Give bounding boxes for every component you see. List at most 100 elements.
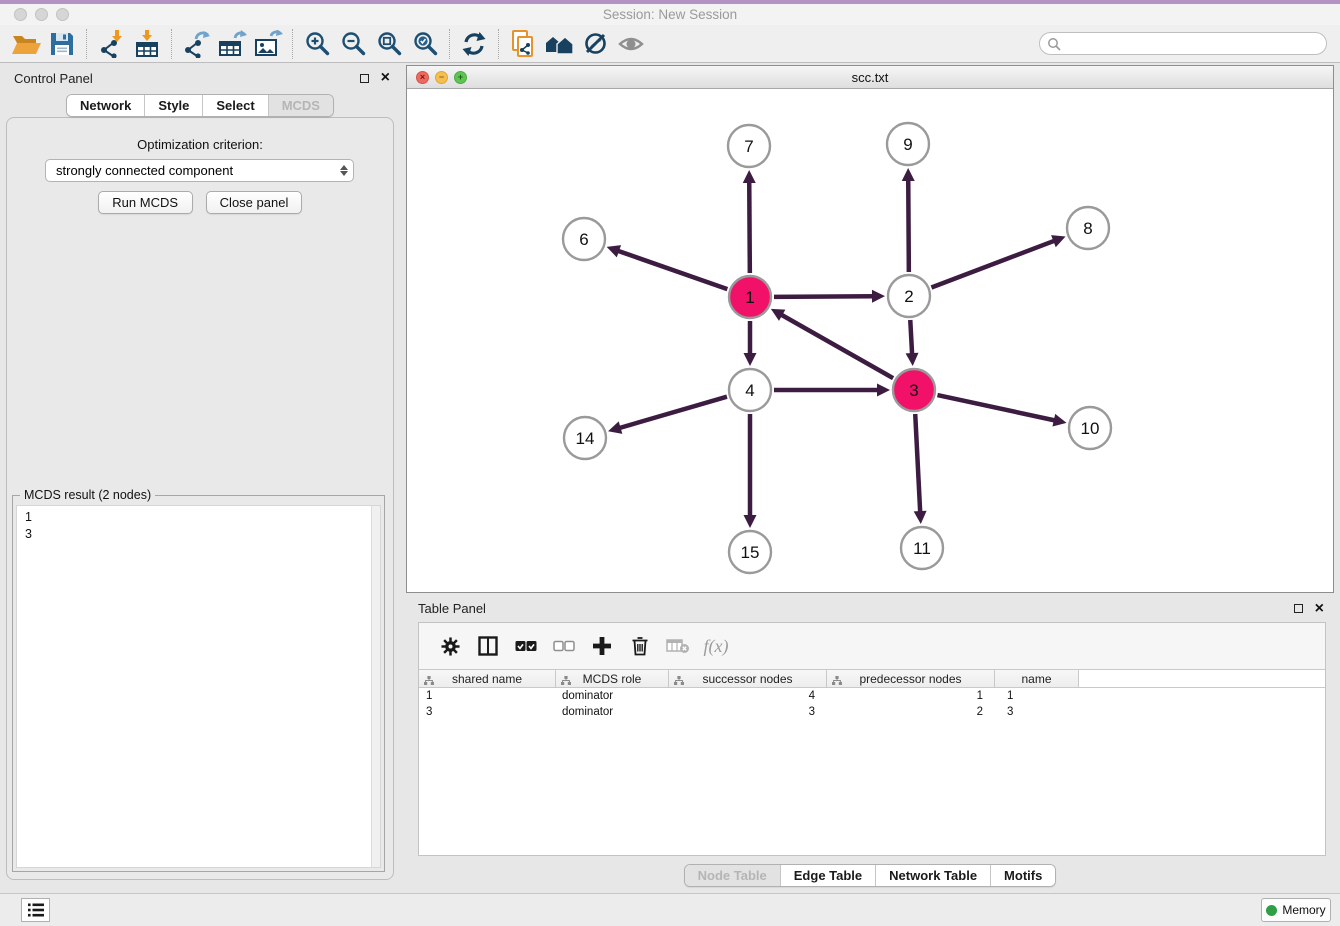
deselect-all-button[interactable]: [545, 629, 583, 663]
table-body: 1dominator4113dominator323: [419, 688, 1325, 720]
tab-network[interactable]: Network: [67, 95, 145, 116]
column-header-successor-nodes[interactable]: successor nodes: [669, 670, 827, 687]
graph-edge-2-9[interactable]: [902, 168, 915, 272]
control-panel-header: Control Panel ×: [0, 63, 400, 93]
save-session-button[interactable]: [44, 28, 80, 60]
graph-edge-4-3[interactable]: [774, 384, 890, 397]
select-all-button[interactable]: [507, 629, 545, 663]
close-panel-icon[interactable]: ×: [381, 73, 390, 83]
tab-edge-table[interactable]: Edge Table: [781, 865, 876, 886]
graph-edge-3-1[interactable]: [771, 309, 893, 378]
graph-edge-3-10[interactable]: [937, 395, 1066, 426]
export-image-button[interactable]: [250, 28, 286, 60]
zoom-fit-button[interactable]: [371, 28, 407, 60]
graph-node-9[interactable]: 9: [887, 123, 929, 165]
tab-mcds[interactable]: MCDS: [269, 95, 333, 116]
graph-node-15[interactable]: 15: [729, 531, 771, 573]
edge-arrowhead: [914, 511, 927, 524]
column-header-shared-name[interactable]: shared name: [419, 670, 556, 687]
open-file-button[interactable]: [8, 28, 44, 60]
graph-edge-1-4[interactable]: [744, 321, 757, 366]
import-table-button[interactable]: [129, 28, 165, 60]
zoom-selected-button[interactable]: [407, 28, 443, 60]
column-header-name[interactable]: name: [995, 670, 1079, 687]
graph-edge-2-3[interactable]: [906, 320, 919, 366]
memory-button[interactable]: Memory: [1261, 898, 1331, 922]
table-row[interactable]: 1dominator411: [419, 688, 1325, 704]
graph-edge-1-6[interactable]: [607, 245, 728, 289]
graph-node-14[interactable]: 14: [564, 417, 606, 459]
zoom-out-button[interactable]: [335, 28, 371, 60]
network-window-titlebar[interactable]: × − + scc.txt: [407, 66, 1333, 89]
search-field[interactable]: [1039, 32, 1327, 55]
graph-node-7[interactable]: 7: [728, 125, 770, 167]
tab-select[interactable]: Select: [203, 95, 268, 116]
table-cell: dominator: [556, 706, 669, 718]
home-view-button[interactable]: [541, 28, 577, 60]
export-network-button[interactable]: [178, 28, 214, 60]
close-panel-button[interactable]: Close panel: [206, 191, 303, 214]
delete-row-button[interactable]: [621, 629, 659, 663]
import-network-icon: [97, 30, 125, 58]
delete-table-icon: [666, 638, 690, 654]
graph-edge-2-8[interactable]: [931, 235, 1065, 287]
graph-edge-1-7[interactable]: [743, 170, 756, 273]
table-settings-button[interactable]: [431, 629, 469, 663]
node-label: 7: [744, 137, 753, 156]
graph-node-6[interactable]: 6: [563, 218, 605, 260]
hide-details-icon: [582, 30, 609, 57]
list-icon: [28, 903, 44, 917]
network-graph[interactable]: 7 9 6 8 1 2 4 3 14 10 15 11: [407, 89, 1333, 592]
task-history-button[interactable]: [21, 898, 50, 922]
import-network-button[interactable]: [93, 28, 129, 60]
add-row-button[interactable]: [583, 629, 621, 663]
tab-style[interactable]: Style: [145, 95, 203, 116]
graph-edge-3-11[interactable]: [914, 414, 927, 524]
control-panel: Control Panel × Network Style Select MCD…: [0, 63, 400, 893]
search-input[interactable]: [1061, 34, 1326, 53]
toolbar-separator: [498, 29, 499, 59]
graph-node-10[interactable]: 10: [1069, 407, 1111, 449]
network-view-window: × − + scc.txt 7 9 6 8 1 2 4 3 14 10 15 11: [406, 65, 1334, 593]
tab-node-table[interactable]: Node Table: [685, 865, 781, 886]
mcds-result-textarea[interactable]: 13: [16, 505, 381, 868]
graph-node-3[interactable]: 3: [893, 369, 935, 411]
optimization-criterion-dropdown[interactable]: strongly connected component: [45, 159, 354, 182]
hide-details-button[interactable]: [577, 28, 613, 60]
birdseye-view-button[interactable]: [613, 28, 649, 60]
column-header-predecessor-nodes[interactable]: predecessor nodes: [827, 670, 995, 687]
split-panel-button[interactable]: [469, 629, 507, 663]
toolbar-separator: [171, 29, 172, 59]
network-canvas[interactable]: 7 9 6 8 1 2 4 3 14 10 15 11: [407, 89, 1333, 592]
float-panel-icon[interactable]: [360, 74, 369, 83]
clone-network-button[interactable]: [505, 28, 541, 60]
graph-node-8[interactable]: 8: [1067, 207, 1109, 249]
graph-node-1[interactable]: 1: [729, 276, 771, 318]
column-header-label: shared name: [452, 672, 522, 686]
table-cell: 3: [995, 706, 1079, 718]
run-mcds-button[interactable]: Run MCDS: [98, 191, 193, 214]
apply-layout-button[interactable]: [456, 28, 492, 60]
table-row[interactable]: 3dominator323: [419, 704, 1325, 720]
graph-edge-1-2[interactable]: [774, 290, 885, 303]
float-table-panel-icon[interactable]: [1294, 604, 1303, 613]
table-panel-header: Table Panel ×: [406, 595, 1334, 622]
fx-icon: f(x): [704, 636, 729, 657]
edge-arrowhead: [906, 353, 919, 366]
graph-edge-4-14[interactable]: [608, 397, 727, 434]
column-header-mcds-role[interactable]: MCDS role: [556, 670, 669, 687]
tab-motifs[interactable]: Motifs: [991, 865, 1055, 886]
graph-node-4[interactable]: 4: [729, 369, 771, 411]
graph-node-11[interactable]: 11: [901, 527, 943, 569]
graph-node-2[interactable]: 2: [888, 275, 930, 317]
export-table-button[interactable]: [214, 28, 250, 60]
mcds-result-title: MCDS result (2 nodes): [20, 488, 155, 502]
dropdown-selected-value: strongly connected component: [56, 163, 233, 178]
tab-network-table[interactable]: Network Table: [876, 865, 991, 886]
node-label: 8: [1083, 219, 1092, 238]
close-table-panel-icon[interactable]: ×: [1315, 604, 1324, 614]
zoom-in-button[interactable]: [299, 28, 335, 60]
result-scrollbar[interactable]: [371, 506, 380, 867]
graph-edge-4-15[interactable]: [744, 414, 757, 528]
column-hierarchy-icon: [424, 674, 434, 688]
